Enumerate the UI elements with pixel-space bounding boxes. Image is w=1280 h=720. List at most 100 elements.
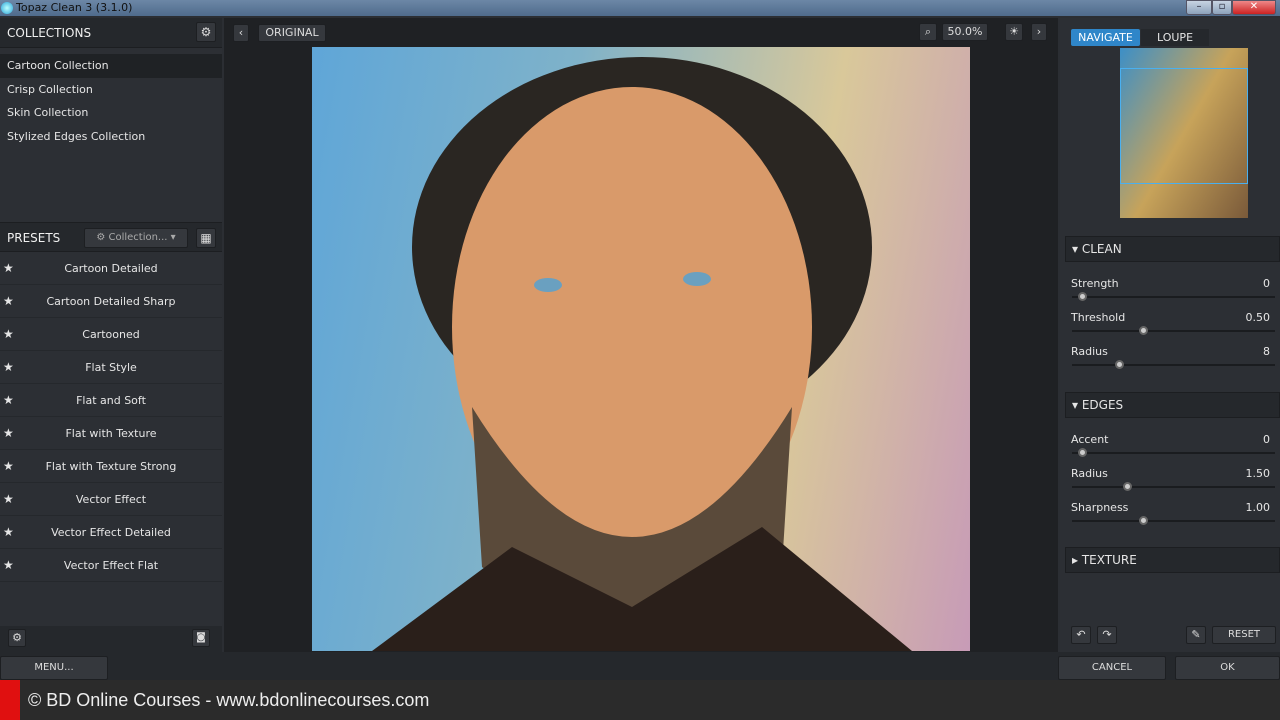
title-bar: Topaz Clean 3 (3.1.0) – ▫ ✕ [0,0,1280,16]
light-bulb-icon[interactable]: ☀ [1005,23,1023,41]
watermark-footer: © BD Online Courses - www.bdonlinecourse… [0,680,1280,720]
slider-thumb[interactable] [1139,326,1149,335]
slider-value[interactable]: 1.00 [1246,501,1271,514]
clean-strength-slider[interactable] [1072,292,1275,301]
favorite-star-icon[interactable]: ★ [3,549,14,582]
edges-sharpness-slider[interactable] [1072,516,1275,525]
preset-item[interactable]: ★ Cartoon Detailed [0,252,222,285]
slider-value[interactable]: 8 [1263,345,1270,358]
next-chevron-icon[interactable]: › [1031,23,1047,41]
texture-title: TEXTURE [1081,553,1137,567]
edges-radius-slider[interactable] [1072,482,1275,491]
clean-section-header[interactable]: ▾ CLEAN [1065,236,1280,262]
settings-gear-icon[interactable]: ⚙ [8,629,26,647]
left-panel: COLLECTIONS ⚙ Cartoon Collection Crisp C… [0,18,222,652]
zoom-level[interactable]: 50.0% [942,23,988,41]
slider-thumb[interactable] [1139,516,1149,525]
preset-item[interactable]: ★ Vector Effect Detailed [0,516,222,549]
preset-label: Vector Effect Flat [63,559,159,572]
app-icon [1,2,13,14]
favorite-star-icon[interactable]: ★ [3,417,14,450]
slider-label: Radius [1071,467,1108,480]
clean-radius-slider[interactable] [1072,360,1275,369]
prev-chevron-icon[interactable]: ‹ [233,24,249,42]
collections-title: COLLECTIONS [7,26,92,40]
favorite-star-icon[interactable]: ★ [3,483,14,516]
edges-section-header[interactable]: ▾ EDGES [1065,392,1280,418]
collection-item[interactable]: Stylized Edges Collection [0,125,222,149]
preset-label: Flat and Soft [76,394,146,407]
preset-item[interactable]: ★ Vector Effect Flat [0,549,222,582]
redo-icon[interactable]: ↷ [1097,626,1117,644]
slider-label: Sharpness [1071,501,1129,514]
favorite-star-icon[interactable]: ★ [3,351,14,384]
clean-title: CLEAN [1081,242,1122,256]
collection-dropdown[interactable]: ⚙ Collection... ▾ [84,228,188,248]
presets-list: ★ Cartoon Detailed ★ Cartoon Detailed Sharp… [0,252,222,582]
slider-label: Accent [1071,433,1109,446]
preset-label: Cartooned [82,328,140,341]
close-button[interactable]: ✕ [1232,0,1276,15]
minimize-button[interactable]: – [1186,0,1212,15]
portrait-image [372,57,912,651]
slider-thumb[interactable] [1122,482,1132,491]
preset-label: Flat with Texture [65,427,157,440]
slider-value[interactable]: 0.50 [1246,311,1271,324]
bottom-bar: MENU... CANCEL OK [0,652,1280,680]
clean-threshold-slider[interactable] [1072,326,1275,335]
collections-settings-gear-icon[interactable]: ⚙ [196,22,216,42]
preset-label: Cartoon Detailed Sharp [46,295,176,308]
slider-value[interactable]: 1.50 [1246,467,1271,480]
favorite-star-icon[interactable]: ★ [3,252,14,285]
collection-item[interactable]: Crisp Collection [0,78,222,102]
favorite-star-icon[interactable]: ★ [3,318,14,351]
tab-loupe[interactable]: LOUPE [1141,29,1209,46]
slider-value[interactable]: 0 [1263,433,1270,446]
image-canvas[interactable] [312,47,970,651]
presets-header: PRESETS ⚙ Collection... ▾ ▦ [0,222,222,252]
preset-item[interactable]: ★ Flat Style [0,351,222,384]
left-footer: ⚙ ◙ [0,626,222,652]
preset-label: Cartoon Detailed [64,262,158,275]
zoom-search-icon[interactable]: ⌕ [919,23,937,41]
tab-navigate[interactable]: NAVIGATE [1071,29,1140,46]
slider-label: Threshold [1071,311,1126,324]
preset-item[interactable]: ★ Cartooned [0,318,222,351]
collection-item[interactable]: Cartoon Collection [0,54,222,78]
texture-section-header[interactable]: ▸ TEXTURE [1065,547,1280,573]
navigator-thumbnail[interactable] [1120,48,1248,218]
edges-accent-slider[interactable] [1072,448,1275,457]
reset-button[interactable]: RESET [1212,626,1276,644]
maximize-button[interactable]: ▫ [1212,0,1232,15]
preset-item[interactable]: ★ Flat with Texture Strong [0,450,222,483]
collections-list: Cartoon Collection Crisp Collection Skin… [0,48,222,222]
slider-thumb[interactable] [1114,360,1124,369]
cancel-button[interactable]: CANCEL [1058,656,1166,680]
camera-icon[interactable]: ◙ [192,629,210,647]
window-title: Topaz Clean 3 (3.1.0) [16,1,133,14]
presets-title: PRESETS [7,231,61,245]
favorite-star-icon[interactable]: ★ [3,384,14,417]
edges-title: EDGES [1081,398,1124,412]
collection-item[interactable]: Skin Collection [0,101,222,125]
footer-red-bar [0,680,20,720]
eraser-icon[interactable]: ✎ [1186,626,1206,644]
favorite-star-icon[interactable]: ★ [3,285,14,318]
navigator-viewport[interactable] [1120,68,1248,184]
original-button[interactable]: ORIGINAL [258,24,326,42]
ok-button[interactable]: OK [1175,656,1280,680]
preset-label: Flat with Texture Strong [45,460,177,473]
favorite-star-icon[interactable]: ★ [3,516,14,549]
grid-view-icon[interactable]: ▦ [196,228,216,248]
preset-item[interactable]: ★ Flat and Soft [0,384,222,417]
favorite-star-icon[interactable]: ★ [3,450,14,483]
dropdown-value: Collection... [108,232,168,243]
preset-label: Flat Style [85,361,137,374]
preset-item[interactable]: ★ Vector Effect [0,483,222,516]
preset-item[interactable]: ★ Flat with Texture [0,417,222,450]
slider-value[interactable]: 0 [1263,277,1270,290]
menu-button[interactable]: MENU... [0,656,108,680]
undo-icon[interactable]: ↶ [1071,626,1091,644]
preset-item[interactable]: ★ Cartoon Detailed Sharp [0,285,222,318]
preset-label: Vector Effect Detailed [51,526,171,539]
